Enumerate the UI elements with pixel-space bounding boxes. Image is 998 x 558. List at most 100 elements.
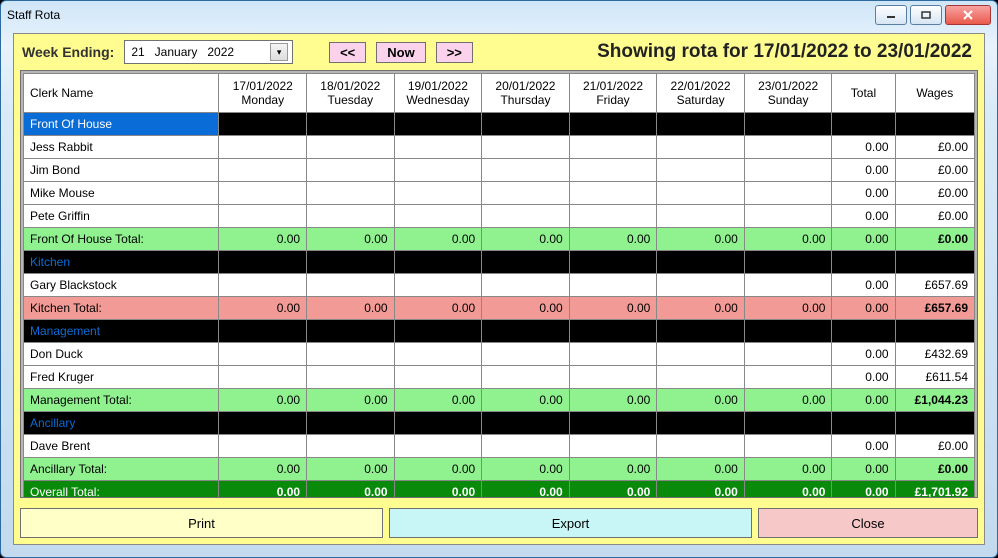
cell-value[interactable] [307,274,395,297]
header-day-3[interactable]: 20/01/2022Thursday [482,74,570,113]
grid-row-data[interactable]: Pete Griffin 0.00£0.00 [24,205,975,228]
cell-value[interactable]: £0.00 [895,182,974,205]
cell-value[interactable]: 0.00 [832,366,895,389]
week-ending-picker[interactable]: 21 January 2022 ▾ [124,40,293,64]
header-day-4[interactable]: 21/01/2022Friday [569,74,657,113]
cell-value[interactable] [219,205,307,228]
cell-value[interactable] [307,182,395,205]
cell-name[interactable]: Dave Brent [24,435,219,458]
cell-value[interactable]: 0.00 [832,136,895,159]
cell-value[interactable] [219,274,307,297]
header-clerk-name[interactable]: Clerk Name [24,74,219,113]
header-day-1[interactable]: 18/01/2022Tuesday [307,74,395,113]
cell-value[interactable] [219,159,307,182]
cell-value[interactable]: 0.00 [832,274,895,297]
cell-value[interactable]: 0.00 [832,343,895,366]
cell-value[interactable] [307,159,395,182]
cell-value[interactable] [657,136,745,159]
cell-value[interactable]: £0.00 [895,159,974,182]
cell-value[interactable]: 0.00 [832,435,895,458]
cell-value[interactable] [394,205,482,228]
grid-row-data[interactable]: Don Duck 0.00£432.69 [24,343,975,366]
cell-value[interactable] [307,343,395,366]
cell-value[interactable] [219,343,307,366]
cell-value[interactable] [657,182,745,205]
cell-value[interactable] [657,159,745,182]
header-wages[interactable]: Wages [895,74,974,113]
cell-value[interactable]: £432.69 [895,343,974,366]
header-day-0[interactable]: 17/01/2022Monday [219,74,307,113]
grid-row-data[interactable]: Fred Kruger 0.00£611.54 [24,366,975,389]
cell-value[interactable] [744,435,832,458]
next-week-button[interactable]: >> [436,42,473,63]
header-total[interactable]: Total [832,74,895,113]
cell-value[interactable] [744,274,832,297]
cell-value[interactable] [569,205,657,228]
cell-value[interactable] [482,159,570,182]
cell-name[interactable]: Jess Rabbit [24,136,219,159]
cell-value[interactable] [657,274,745,297]
prev-week-button[interactable]: << [329,42,366,63]
cell-value[interactable] [569,274,657,297]
now-button[interactable]: Now [376,42,425,63]
header-day-5[interactable]: 22/01/2022Saturday [657,74,745,113]
cell-value[interactable] [657,366,745,389]
cell-value[interactable] [219,136,307,159]
header-day-6[interactable]: 23/01/2022Sunday [744,74,832,113]
cell-value[interactable] [482,366,570,389]
cell-value[interactable]: £611.54 [895,366,974,389]
cell-value[interactable] [482,182,570,205]
grid-row-data[interactable]: Jim Bond0.00£0.00 [24,159,975,182]
cell-value[interactable] [307,366,395,389]
cell-value[interactable]: £0.00 [895,205,974,228]
cell-name[interactable]: Gary Blackstock [24,274,219,297]
grid-row-data[interactable]: Dave Brent 0.00£0.00 [24,435,975,458]
grid-row-data[interactable]: Gary Blackstock0.00£657.69 [24,274,975,297]
cell-value[interactable] [657,343,745,366]
cell-value[interactable] [394,366,482,389]
grid-row-data[interactable]: Jess Rabbit 0.00£0.00 [24,136,975,159]
cell-value[interactable] [569,343,657,366]
rota-grid[interactable]: Clerk Name17/01/2022Monday18/01/2022Tues… [23,73,975,498]
cell-value[interactable] [744,159,832,182]
cell-value[interactable] [394,435,482,458]
cell-value[interactable] [744,136,832,159]
cell-value[interactable] [482,205,570,228]
cell-value[interactable] [219,366,307,389]
cell-value[interactable] [657,435,745,458]
cell-value[interactable] [569,435,657,458]
cell-value[interactable] [569,136,657,159]
minimize-button[interactable] [875,5,907,25]
cell-value[interactable] [482,136,570,159]
cell-value[interactable]: 0.00 [832,205,895,228]
cell-value[interactable] [394,182,482,205]
cell-value[interactable] [482,343,570,366]
export-button[interactable]: Export [389,508,752,538]
cell-value[interactable]: £0.00 [895,435,974,458]
grid-row-data[interactable]: Mike Mouse 0.00£0.00 [24,182,975,205]
cell-value[interactable] [482,435,570,458]
cell-value[interactable] [569,182,657,205]
cell-name[interactable]: Mike Mouse [24,182,219,205]
cell-value[interactable] [307,136,395,159]
cell-value[interactable] [569,366,657,389]
header-day-2[interactable]: 19/01/2022Wednesday [394,74,482,113]
cell-value[interactable] [219,182,307,205]
cell-name[interactable]: Fred Kruger [24,366,219,389]
cell-name[interactable]: Pete Griffin [24,205,219,228]
cell-value[interactable]: £0.00 [895,136,974,159]
cell-value[interactable] [657,205,745,228]
cell-value[interactable] [569,159,657,182]
cell-name[interactable]: Jim Bond [24,159,219,182]
cell-value[interactable] [394,136,482,159]
window-close-button[interactable] [945,5,991,25]
print-button[interactable]: Print [20,508,383,538]
cell-value[interactable] [482,274,570,297]
cell-name[interactable]: Don Duck [24,343,219,366]
cell-value[interactable] [744,182,832,205]
cell-value[interactable]: 0.00 [832,182,895,205]
cell-value[interactable] [394,343,482,366]
cell-value[interactable] [307,205,395,228]
cell-value[interactable] [744,205,832,228]
calendar-icon[interactable]: ▾ [270,43,288,61]
